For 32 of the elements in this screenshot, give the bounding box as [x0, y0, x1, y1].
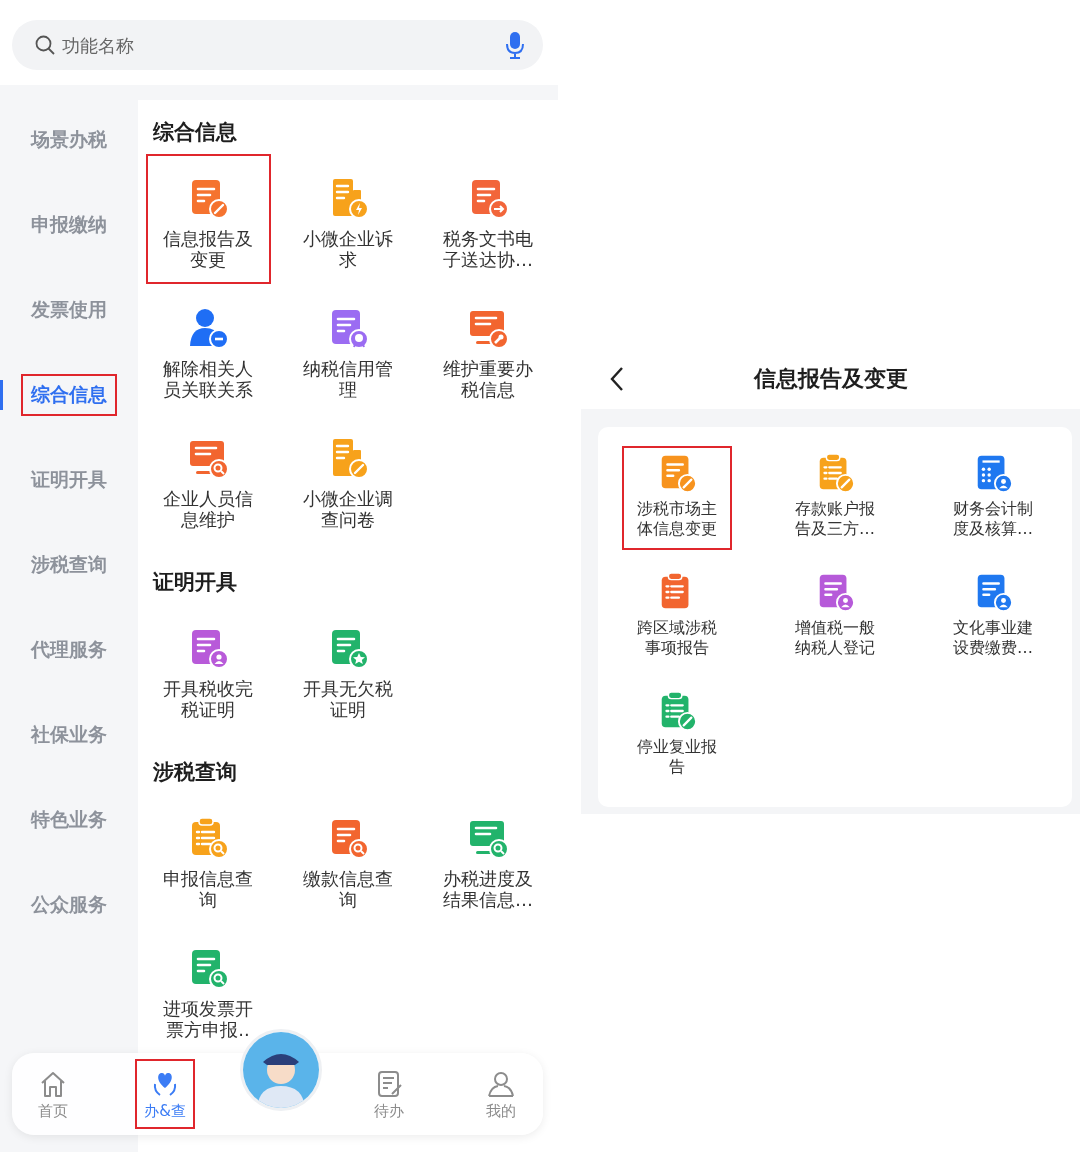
- search-field[interactable]: 功能名称: [12, 20, 543, 70]
- service-item[interactable]: 纳税信用管理: [285, 284, 411, 414]
- service-item[interactable]: 办税进度及结果信息…: [425, 794, 551, 924]
- service-item[interactable]: 维护重要办税信息: [425, 284, 551, 414]
- service-item[interactable]: 开具税收完税证明: [145, 604, 271, 734]
- microphone-icon[interactable]: [505, 31, 525, 59]
- service-item[interactable]: 跨区域涉税事项报告: [622, 565, 732, 669]
- service-item[interactable]: 解除相关人员关联关系: [145, 284, 271, 414]
- section-title: 综合信息: [152, 119, 238, 146]
- nav-tab[interactable]: 首页: [23, 1059, 83, 1129]
- page-title: 信息报告及变更: [753, 365, 908, 393]
- service-item[interactable]: 申报信息查询: [145, 794, 271, 924]
- service-item[interactable]: 小微企业诉求: [285, 154, 411, 284]
- nav-tab[interactable]: 我的: [471, 1059, 531, 1129]
- section-title: 涉税查询: [152, 759, 238, 786]
- service-item[interactable]: 文化事业建设费缴费…: [938, 565, 1048, 669]
- section-title: 证明开具: [151, 569, 238, 596]
- service-item[interactable]: 财务会计制度及核算…: [938, 446, 1048, 550]
- sidebar-item[interactable]: 综合信息: [21, 373, 117, 416]
- service-item[interactable]: 涉税市场主体信息变更: [622, 446, 732, 550]
- service-item[interactable]: 存款账户报告及三方…: [780, 446, 890, 550]
- service-item[interactable]: 开具无欠税证明: [285, 604, 411, 734]
- service-item[interactable]: 增值税一般纳税人登记: [780, 565, 890, 669]
- service-item[interactable]: 信息报告及变更: [145, 154, 271, 284]
- nav-tab[interactable]: 待办: [359, 1059, 419, 1129]
- service-item[interactable]: 企业人员信息维护: [145, 414, 271, 544]
- service-item[interactable]: 缴款信息查询: [285, 794, 411, 924]
- service-item[interactable]: 停业复业报告: [622, 684, 732, 788]
- nav-tab[interactable]: 办&查: [135, 1059, 195, 1129]
- service-item[interactable]: 小微企业调查问卷: [285, 414, 411, 544]
- service-item[interactable]: 税务文书电子送达协…: [425, 154, 551, 284]
- search-icon: [34, 34, 56, 56]
